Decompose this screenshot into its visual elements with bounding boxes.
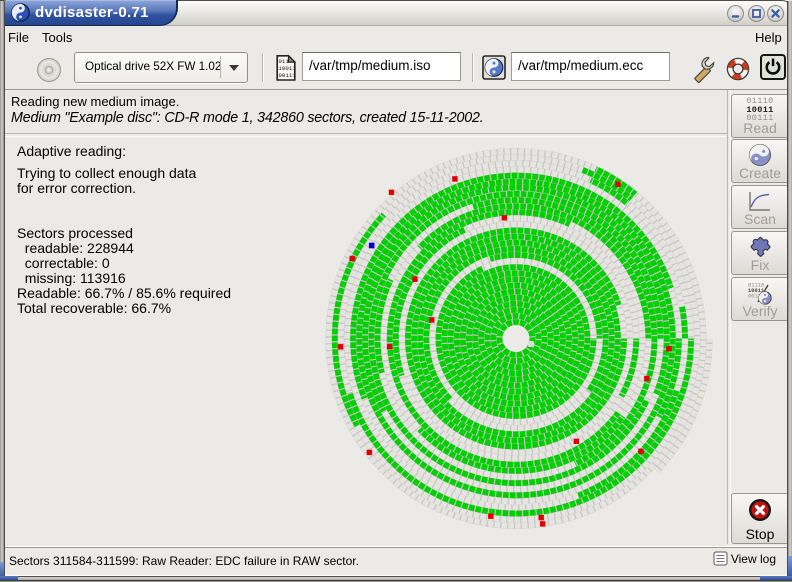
svg-text:10011: 10011 bbox=[278, 65, 296, 72]
svg-text:011: 011 bbox=[278, 58, 289, 65]
svg-text:00111: 00111 bbox=[278, 72, 296, 79]
